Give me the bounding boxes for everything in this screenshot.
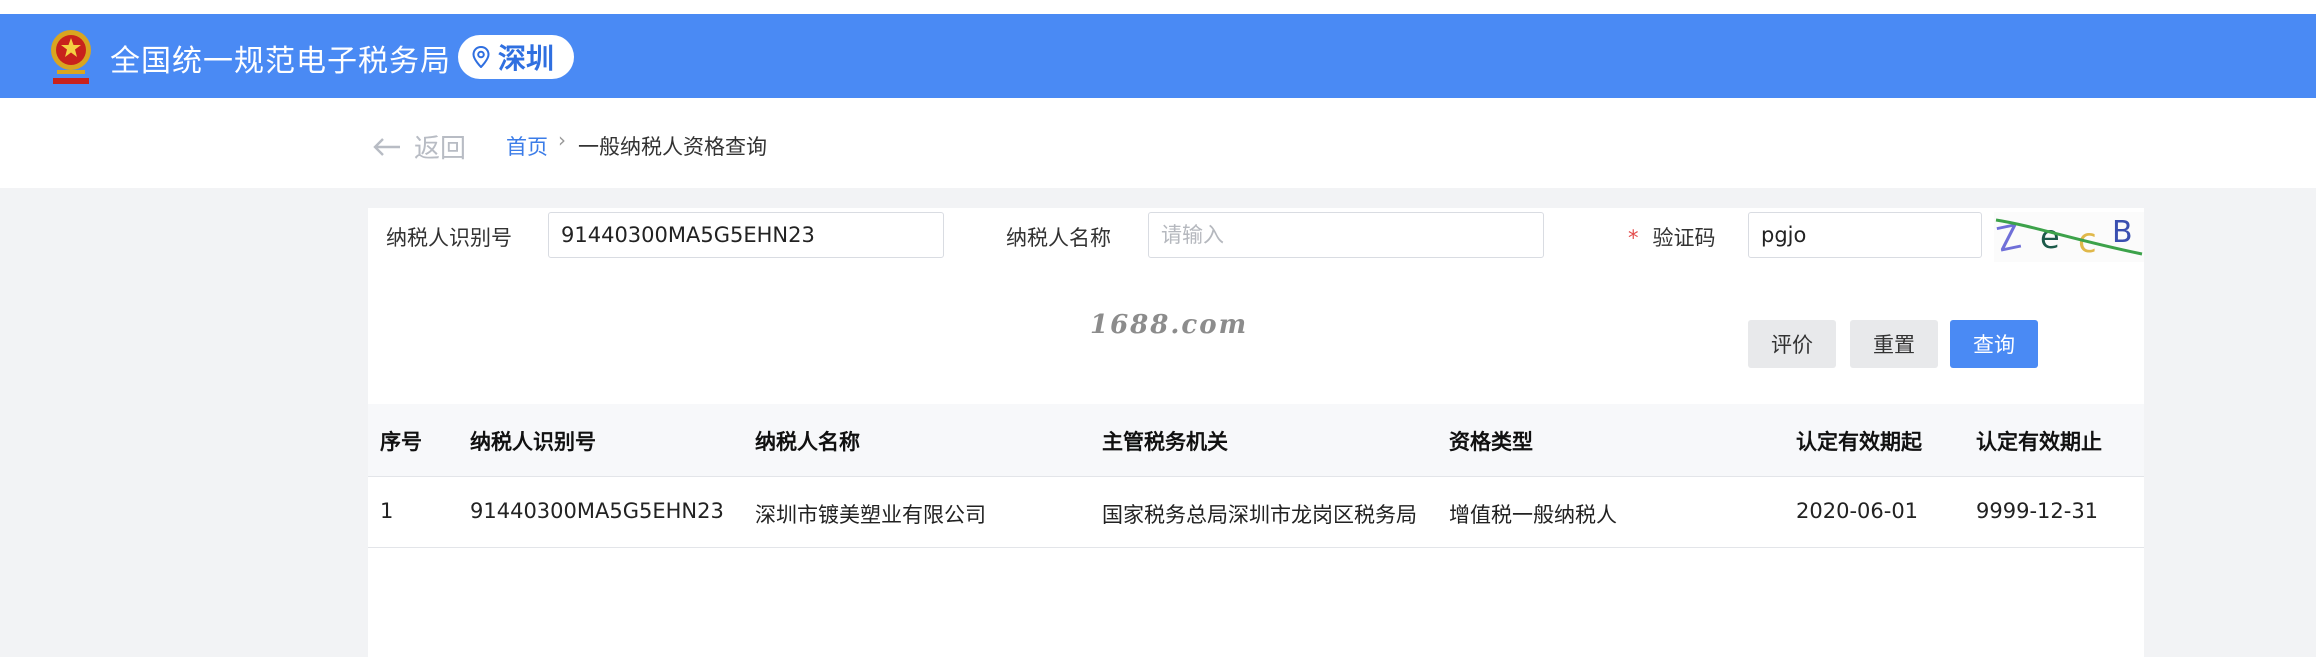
cell-taxpayer-id: 91440300MA5G5EHN23 [470, 499, 724, 523]
column-header-taxpayer-name: 纳税人名称 [755, 430, 860, 454]
captcha-input[interactable] [1748, 212, 1982, 258]
breadcrumb-separator: › [558, 128, 566, 152]
column-header-tax-authority: 主管税务机关 [1102, 430, 1228, 454]
breadcrumb-home-link[interactable]: 首页 [506, 131, 548, 161]
cell-valid-from: 2020-06-01 [1796, 499, 1919, 523]
taxpayer-id-label: 纳税人识别号 [386, 226, 512, 250]
back-button[interactable]: 返回 [372, 128, 466, 165]
required-mark: * [1628, 226, 1639, 250]
breadcrumb-bar: 返回 首页 › 一般纳税人资格查询 [0, 98, 2316, 188]
captcha-label: 验证码 [1652, 226, 1716, 250]
query-panel: 纳税人识别号 纳税人名称 * 验证码 Z e c B 1688.com 评价 重置… [368, 208, 2144, 657]
location-pin-icon [472, 46, 490, 68]
svg-text:e: e [2040, 218, 2060, 256]
cell-valid-to: 9999-12-31 [1976, 499, 2099, 523]
taxpayer-name-input[interactable] [1148, 212, 1544, 258]
query-button[interactable]: 查询 [1950, 320, 2038, 368]
site-title: 全国统一规范电子税务局 [110, 44, 451, 79]
cell-index: 1 [380, 499, 394, 523]
back-label: 返回 [414, 134, 467, 164]
taxpayer-id-input[interactable] [548, 212, 944, 258]
results-table-header: 序号 纳税人识别号 纳税人名称 主管税务机关 资格类型 认定有效期起 认定有效期… [368, 404, 2144, 477]
column-header-qualification-type: 资格类型 [1449, 430, 1533, 454]
rate-button[interactable]: 评价 [1748, 320, 1836, 368]
captcha-image[interactable]: Z e c B [1994, 212, 2144, 262]
taxpayer-name-label: 纳税人名称 [1006, 226, 1111, 250]
column-header-taxpayer-id: 纳税人识别号 [470, 430, 596, 454]
browser-bookmarks-strip [0, 0, 2316, 14]
column-header-valid-to: 认定有效期止 [1976, 430, 2102, 454]
national-tax-emblem-icon[interactable] [44, 26, 98, 88]
reset-button[interactable]: 重置 [1850, 320, 1938, 368]
cell-qualification-type: 增值税一般纳税人 [1449, 503, 1617, 527]
column-header-valid-from: 认定有效期起 [1796, 430, 1922, 454]
cell-tax-authority: 国家税务总局深圳市龙岗区税务局 [1102, 503, 1417, 527]
site-header: 全国统一规范电子税务局 深圳 [0, 14, 2316, 98]
svg-text:B: B [2112, 215, 2133, 250]
table-row: 1 91440300MA5G5EHN23 深圳市镀美塑业有限公司 国家税务总局深… [368, 477, 2144, 548]
arrow-left-icon [373, 137, 400, 156]
city-name: 深圳 [498, 42, 555, 75]
column-header-index: 序号 [380, 430, 422, 454]
captcha-label-group: * 验证码 [1628, 222, 1716, 252]
watermark-text: 1688.com [1090, 310, 1249, 340]
city-selector[interactable]: 深圳 [458, 35, 575, 79]
breadcrumb-current: 一般纳税人资格查询 [578, 135, 767, 159]
cell-taxpayer-name: 深圳市镀美塑业有限公司 [755, 503, 986, 527]
